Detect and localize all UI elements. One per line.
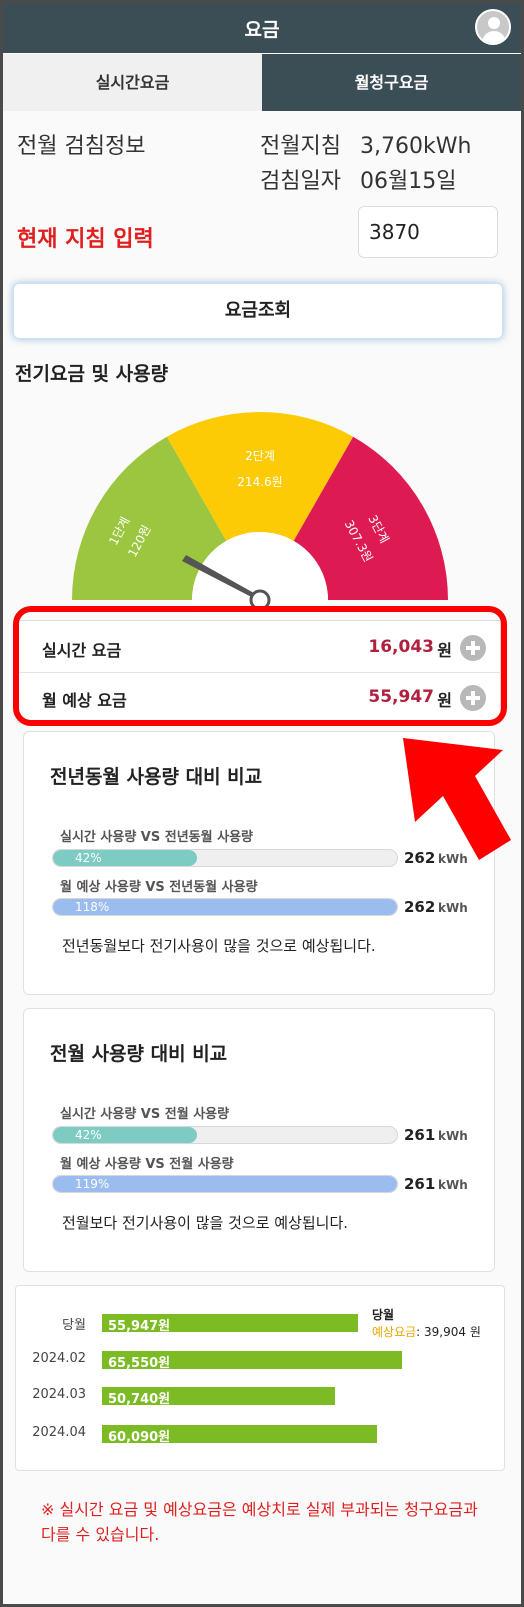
stage-gauge: 1단계 120원 2단계 214.6원 3단계 307.3원	[72, 412, 448, 613]
prev-meter-value: 3,760kWh	[360, 134, 472, 159]
yoy-bar2-percent: 118%	[75, 900, 110, 914]
history-bar-value: 50,740원	[108, 1392, 171, 1407]
mom-comparison-card: 전월 사용량 대비 비교 실시간 사용량 VS 전월 사용량 42% 261 k…	[23, 1008, 495, 1272]
current-reading-label: 현재 지침 입력	[17, 227, 154, 252]
mom-bar1-label: 실시간 사용량 VS 전월 사용량	[60, 1107, 230, 1122]
current-reading-input[interactable]: 3870	[358, 206, 498, 258]
mom-bar1-fill: 42%	[53, 1127, 198, 1143]
yoy-bar2-value: 262	[404, 898, 436, 916]
mom-card-title: 전월 사용량 대비 비교	[50, 1043, 228, 1065]
history-legend: 당월 예상요금: 39,904 원	[372, 1306, 481, 1340]
history-bar-value: 55,947원	[108, 1319, 171, 1334]
yoy-bar2-fill: 118%	[53, 899, 397, 915]
mom-bar1-unit: kWh	[438, 1129, 468, 1143]
history-legend-value: : 39,904 원	[416, 1325, 481, 1339]
yoy-bar1-label: 실시간 사용량 VS 전년동월 사용량	[60, 830, 254, 845]
mom-bar2-fill: 119%	[53, 1176, 397, 1192]
yoy-bar2-track: 118%	[52, 898, 398, 916]
mom-bar2-label: 월 예상 사용량 VS 전월 사용량	[60, 1157, 234, 1172]
yoy-bar1-percent: 42%	[75, 851, 102, 865]
yoy-bar1-track: 42%	[52, 849, 398, 867]
app-header: 요금	[3, 3, 521, 53]
history-row-label: 2024.02	[32, 1351, 86, 1366]
mom-bar2-track: 119%	[52, 1175, 398, 1193]
stage2-name: 2단계	[245, 449, 275, 463]
history-legend-title: 당월	[372, 1308, 395, 1322]
app-frame: 요금 실시간요금 월청구요금 전월 검침정보 전월지침 3,760kWh 검침일자…	[0, 0, 524, 1607]
history-legend-key: 예상요금	[372, 1325, 417, 1339]
history-bar: 55,947원	[102, 1314, 358, 1334]
page-title: 요금	[244, 19, 280, 41]
yoy-bar2-unit: kWh	[438, 901, 468, 915]
history-bar: 65,550원	[102, 1351, 402, 1371]
stage2-price: 214.6원	[237, 475, 282, 489]
yoy-card-title: 전년동월 사용량 대비 비교	[50, 766, 263, 788]
query-button[interactable]: 요금조회	[13, 283, 503, 339]
history-bar-value: 60,090원	[108, 1430, 171, 1445]
history-bar: 60,090원	[102, 1425, 377, 1445]
mom-note: 전월보다 전기사용이 많을 것으로 예상됩니다.	[62, 1214, 349, 1232]
mom-bar1-track: 42%	[52, 1126, 398, 1144]
prev-meter-row: 전월지침 3,760kWh	[260, 128, 471, 160]
disclaimer-notice: ※ 실시간 요금 및 예상요금은 예상치로 실제 부과되는 청구요금과 다를 수…	[41, 1500, 478, 1544]
tab-monthly[interactable]: 월청구요금	[262, 54, 521, 111]
history-bar: 50,740원	[102, 1387, 335, 1407]
mom-bar2-unit: kWh	[438, 1178, 468, 1192]
usage-section-title: 전기요금 및 사용량	[15, 363, 169, 385]
highlight-arrow-icon	[403, 738, 511, 860]
user-avatar-icon[interactable]	[475, 9, 511, 45]
history-bar-value: 65,550원	[108, 1356, 171, 1371]
fee-history-chart: 당월 55,947원 2024.02 65,550원 2024.03 50,74…	[15, 1285, 505, 1471]
reading-date-row: 검침일자 06월15일	[260, 163, 456, 195]
reading-date-label: 검침일자	[260, 169, 341, 194]
history-row-label: 2024.03	[32, 1387, 86, 1402]
yoy-bar1-fill: 42%	[53, 850, 198, 866]
mom-bar2-percent: 119%	[75, 1177, 110, 1191]
tab-bar: 실시간요금 월청구요금	[3, 54, 521, 111]
history-row-label: 2024.04	[32, 1425, 86, 1440]
mom-bar1-percent: 42%	[75, 1128, 102, 1142]
history-row-label: 당월	[62, 1318, 86, 1333]
mom-bar1-value: 261	[404, 1126, 436, 1144]
reading-date-value: 06월15일	[360, 169, 457, 194]
tab-realtime[interactable]: 실시간요금	[3, 54, 262, 111]
highlight-box	[13, 606, 507, 726]
prev-reading-label: 전월 검침정보	[17, 134, 146, 159]
yoy-note: 전년동월보다 전기사용이 많을 것으로 예상됩니다.	[62, 937, 376, 955]
mom-bar2-value: 261	[404, 1175, 436, 1193]
prev-meter-label: 전월지침	[260, 134, 341, 159]
yoy-bar2-label: 월 예상 사용량 VS 전년동월 사용량	[60, 880, 258, 895]
